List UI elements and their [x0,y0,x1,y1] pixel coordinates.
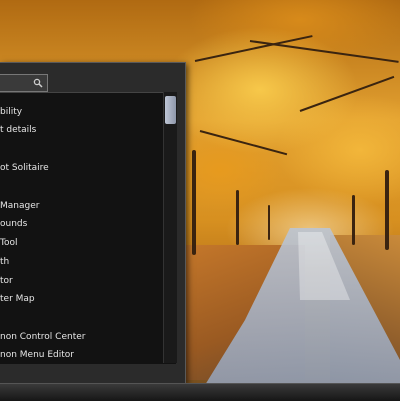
list-item[interactable]: t details [0,121,160,139]
wallpaper-tree-trunk [192,150,196,255]
list-item[interactable]: non Menu Editor [0,346,160,364]
wallpaper-branch [199,130,288,156]
list-item[interactable]: non Control Center [0,328,160,346]
search-box[interactable] [0,74,48,92]
list-item[interactable]: Manager [0,197,160,215]
wallpaper-branch [194,35,313,62]
list-item[interactable]: Tool [0,234,160,252]
list-item[interactable]: ounds [0,215,160,233]
list-item[interactable]: ot Solitaire [0,159,160,177]
wallpaper-tree-trunk [352,195,355,245]
list-item[interactable]: ter Map [0,290,160,308]
wallpaper-branch [249,40,399,63]
wallpaper-tree-trunk [385,170,389,250]
wallpaper-tree-trunk [236,190,239,245]
list-scrollbar[interactable] [163,92,177,363]
list-item[interactable]: th [0,253,160,271]
list-item[interactable]: tor [0,272,160,290]
list-item[interactable]: bility [0,103,160,121]
taskbar [0,383,400,401]
scrollbar-thumb[interactable] [165,96,176,124]
wallpaper-branch [299,75,395,112]
search-input[interactable] [0,75,30,91]
application-list: bility t details ot Solitaire Manager ou… [0,92,176,364]
search-icon[interactable] [33,78,43,88]
wallpaper-tree-trunk [268,205,270,240]
application-menu: bility t details ot Solitaire Manager ou… [0,62,186,384]
